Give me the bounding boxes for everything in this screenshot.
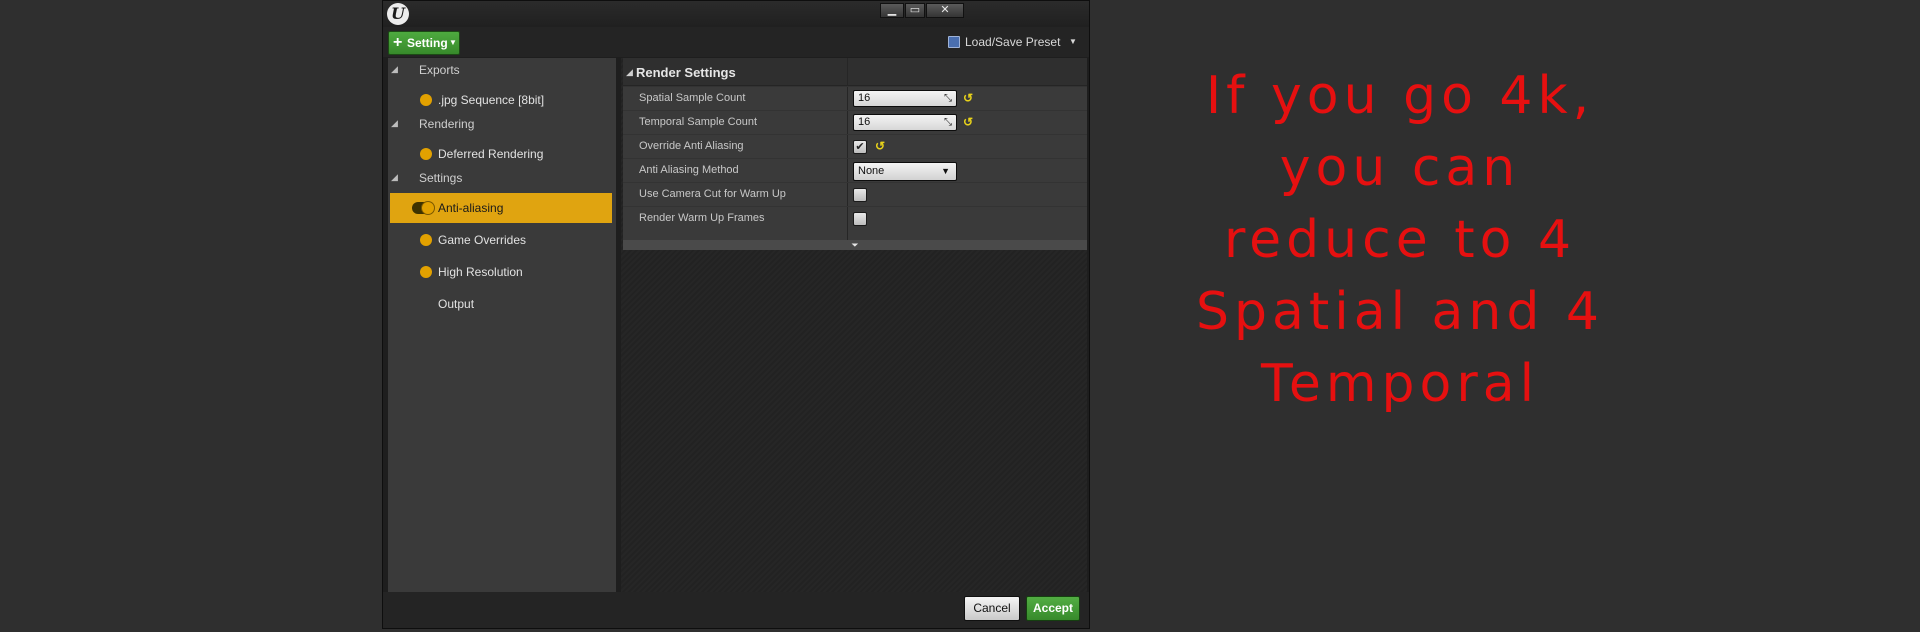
use-camera-cut-checkbox[interactable] [853,188,867,202]
section-label: Exports [419,63,460,77]
enabled-dot-icon[interactable] [420,266,432,278]
property-row-override-anti-aliasing: Override Anti Aliasing ✔ ↺ [623,134,1087,158]
input-value: 16 [858,92,871,104]
override-anti-aliasing-checkbox[interactable]: ✔ [853,140,867,154]
close-button[interactable]: ✕ [926,3,964,18]
list-item-deferred-rendering[interactable]: Deferred Rendering [390,139,612,169]
property-row-render-warm-up-frames: Render Warm Up Frames [623,206,1087,230]
reset-to-default-icon[interactable]: ↺ [963,115,973,129]
enabled-dot-icon[interactable] [420,94,432,106]
list-item-label: Game Overrides [438,233,527,247]
property-row-use-camera-cut: Use Camera Cut for Warm Up [623,182,1087,206]
movie-render-settings-window: U ▁ ▭ ✕ + Setting ▼ Load/Save Preset ▼ ◢… [382,0,1090,629]
list-item-label: .jpg Sequence [8bit] [438,93,545,107]
section-label: Settings [419,171,463,185]
annotation-text: If you go 4k, you can reduce to 4 Spatia… [1100,60,1700,420]
load-save-preset-label: Load/Save Preset [965,35,1061,49]
annotation-line: you can [1279,138,1521,198]
show-advanced-expander[interactable]: ⏷ [623,240,1087,250]
section-label: Rendering [419,117,475,131]
section-settings[interactable]: ◢ Settings [388,166,616,190]
spatial-sample-count-input[interactable]: 16 ⤡ [853,90,957,107]
dropdown-value: None [858,165,885,177]
enabled-dot-icon[interactable] [420,234,432,246]
annotation-line: Spatial and 4 [1195,282,1604,342]
list-item-label: Output [438,297,475,311]
expand-arrow-icon: ⏷ [851,240,859,250]
settings-list-panel: ◢ Exports .jpg Sequence [8bit] ◢ Renderi… [388,58,616,592]
footer-bar: Cancel Accept [383,592,1089,628]
category-title: Render Settings [636,65,736,80]
list-item-jpg-sequence[interactable]: .jpg Sequence [8bit] [390,85,612,115]
section-rendering[interactable]: ◢ Rendering [388,112,616,136]
property-row-anti-aliasing-method: Anti Aliasing Method None ▼ [623,158,1087,182]
list-item-output[interactable]: Output [390,289,612,319]
load-save-preset-button[interactable]: Load/Save Preset ▼ [945,32,1085,52]
property-label: Temporal Sample Count [639,116,758,128]
collapse-arrow-icon[interactable]: ◢ [391,64,398,75]
reset-to-default-icon[interactable]: ↺ [875,139,885,153]
render-settings-category: ◢ Render Settings Spatial Sample Count 1… [623,58,1087,250]
cancel-button[interactable]: Cancel [964,596,1020,621]
accept-button[interactable]: Accept [1026,596,1080,621]
property-label: Use Camera Cut for Warm Up [639,188,786,200]
minimize-button[interactable]: ▁ [880,3,904,18]
category-header[interactable]: ◢ Render Settings [623,58,1087,86]
plus-icon: + [393,34,403,51]
reset-to-default-icon[interactable]: ↺ [963,91,973,105]
input-value: 16 [858,116,871,128]
maximize-button[interactable]: ▭ [905,3,925,18]
list-item-label: High Resolution [438,265,523,279]
section-exports[interactable]: ◢ Exports [388,58,616,82]
property-label: Override Anti Aliasing [639,140,744,152]
list-item-label: Anti-aliasing [438,201,504,215]
anti-aliasing-method-dropdown[interactable]: None ▼ [853,162,957,181]
add-setting-label: Setting [407,36,448,50]
drag-spin-icon[interactable]: ⤡ [944,91,952,106]
property-label: Spatial Sample Count [639,92,746,104]
list-item-label: Deferred Rendering [438,147,544,161]
list-item-high-resolution[interactable]: High Resolution [390,257,612,287]
render-warm-up-frames-checkbox[interactable] [853,212,867,226]
temporal-sample-count-input[interactable]: 16 ⤡ [853,114,957,131]
annotation-line: reduce to 4 [1223,210,1577,270]
title-bar[interactable]: U ▁ ▭ ✕ [383,1,1089,27]
property-row-spatial-sample-count: Spatial Sample Count 16 ⤡ ↺ [623,86,1087,110]
list-item-anti-aliasing[interactable]: Anti-aliasing [390,193,612,223]
annotation-line: Temporal [1260,354,1540,414]
details-panel: ◢ Render Settings Spatial Sample Count 1… [621,58,1087,592]
collapse-arrow-icon[interactable]: ◢ [626,67,633,78]
annotation-line: If you go 4k, [1205,66,1595,126]
unreal-logo-icon: U [387,3,409,25]
chevron-down-icon: ▼ [1069,37,1077,46]
drag-spin-icon[interactable]: ⤡ [944,115,952,130]
property-label: Anti Aliasing Method [639,164,739,176]
property-row-temporal-sample-count: Temporal Sample Count 16 ⤡ ↺ [623,110,1087,134]
chevron-down-icon: ▼ [449,38,457,47]
toolbar: + Setting ▼ Load/Save Preset ▼ [383,27,1089,57]
list-item-game-overrides[interactable]: Game Overrides [390,225,612,255]
collapse-arrow-icon[interactable]: ◢ [391,118,398,129]
chevron-down-icon: ▼ [941,166,950,176]
property-label: Render Warm Up Frames [639,212,765,224]
floppy-disk-icon [948,36,960,48]
collapse-arrow-icon[interactable]: ◢ [391,172,398,183]
enabled-dot-icon[interactable] [420,148,432,160]
enable-toggle-icon[interactable] [412,202,434,214]
add-setting-button[interactable]: + Setting ▼ [388,31,460,55]
